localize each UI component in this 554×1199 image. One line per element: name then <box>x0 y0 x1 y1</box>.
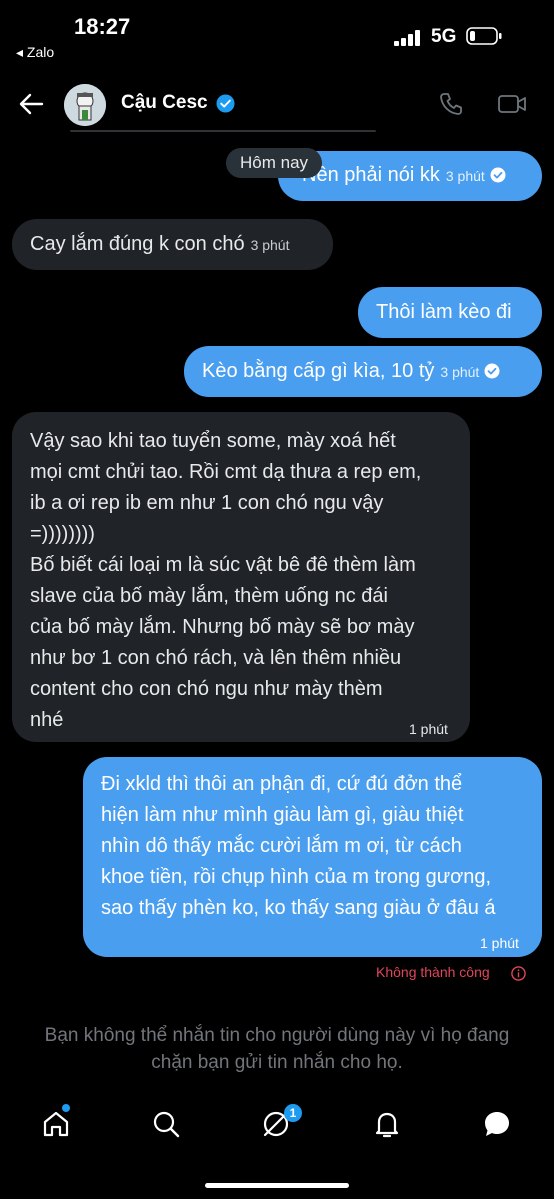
message-line: nhé <box>30 709 64 731</box>
verified-badge-icon <box>216 94 235 113</box>
message-outgoing[interactable]: Kèo bằng cấp gì kìa, 10 tỷ 3 phút <box>184 346 542 397</box>
read-check-icon <box>490 167 506 183</box>
message-line: =)))))))) <box>30 523 95 545</box>
phone-icon[interactable] <box>438 91 464 117</box>
signal-icon <box>394 30 420 46</box>
message-line: sao thấy phèn ko, ko thấy sang giàu ở đâ… <box>101 897 496 919</box>
message-line: Bố biết cái loại m là súc vật bê đê thèm… <box>30 554 416 576</box>
message-line: Vậy sao khi tao tuyển some, mày xoá hết <box>30 430 396 452</box>
message-outgoing[interactable]: Thôi làm kèo đi <box>358 287 542 338</box>
contact-avatar[interactable] <box>64 84 106 126</box>
message-line: của bố mày lắm. Nhưng bố mày sẽ bơ mày <box>30 616 415 638</box>
send-failed-label[interactable]: Không thành công <box>376 964 490 980</box>
blocked-notice: Bạn không thể nhắn tin cho người dùng nà… <box>20 1022 534 1076</box>
home-icon[interactable] <box>41 1109 71 1139</box>
message-line: mọi cmt chửi tao. Rồi cmt dạ thưa a rep … <box>30 461 422 483</box>
message-time: 1 phút <box>409 721 448 737</box>
messages-badge: 1 <box>284 1104 302 1122</box>
back-to-app-link[interactable]: ◂ Zalo <box>16 44 54 61</box>
message-text: Nên phải nói kk <box>302 164 440 186</box>
read-check-icon <box>484 363 500 379</box>
back-arrow-icon[interactable] <box>18 91 44 117</box>
status-bar: 18:27 ◂ Zalo 5G <box>0 0 554 70</box>
message-time: 3 phút <box>445 168 485 184</box>
message-text: Cay lắm đúng k con chó <box>30 233 245 255</box>
contact-name[interactable]: Cậu Cesc <box>121 92 208 114</box>
date-separator: Hôm nay <box>226 148 323 178</box>
bell-icon[interactable] <box>372 1109 402 1139</box>
message-line: nhìn dô thấy mắc cười lắm m ơi, từ cách <box>101 835 462 857</box>
message-line: khoe tiền, rồi chụp hình của m trong gươ… <box>101 866 492 888</box>
message-text: Thôi làm kèo đi <box>376 301 512 323</box>
messages-icon[interactable] <box>482 1109 512 1139</box>
message-incoming[interactable]: Cay lắm đúng k con chó 3 phút <box>12 219 333 270</box>
header-divider <box>70 130 376 132</box>
home-indicator[interactable] <box>205 1183 349 1188</box>
message-line: Đi xkld thì thôi an phận đi, cứ đú đởn t… <box>101 773 463 795</box>
blocked-notice-line: Bạn không thể nhắn tin cho người dùng nà… <box>44 1025 510 1046</box>
message-line: content cho con chó ngu như mày thèm <box>30 678 383 700</box>
status-time: 18:27 <box>74 14 131 39</box>
message-line: ib a ơi rep ib em như 1 con chó ngu vậy <box>30 492 384 514</box>
message-outgoing[interactable]: Đi xkld thì thôi an phận đi, cứ đú đởn t… <box>83 757 542 957</box>
message-incoming[interactable]: Vậy sao khi tao tuyển some, mày xoá hết … <box>12 412 470 742</box>
video-call-icon[interactable] <box>497 91 527 117</box>
message-line: như bơ 1 con chó rách, và lên thêm nhiều <box>30 647 402 669</box>
error-info-icon[interactable] <box>511 966 526 981</box>
search-icon[interactable] <box>151 1109 181 1139</box>
message-time: 1 phút <box>480 935 519 951</box>
message-line: hiện làm như mình giàu làm gì, giàu thiệ… <box>101 804 464 826</box>
network-type: 5G <box>431 26 457 47</box>
message-time: 3 phút <box>250 237 290 253</box>
message-line: slave của bố mày lắm, thèm uống nc đái <box>30 585 388 607</box>
message-text: Kèo bằng cấp gì kìa, 10 tỷ <box>202 360 435 382</box>
home-notification-dot <box>62 1104 70 1112</box>
message-time: 3 phút <box>440 364 480 380</box>
blocked-notice-line: chặn bạn gửi tin nhắn cho họ. <box>151 1052 403 1073</box>
battery-icon <box>466 27 502 45</box>
